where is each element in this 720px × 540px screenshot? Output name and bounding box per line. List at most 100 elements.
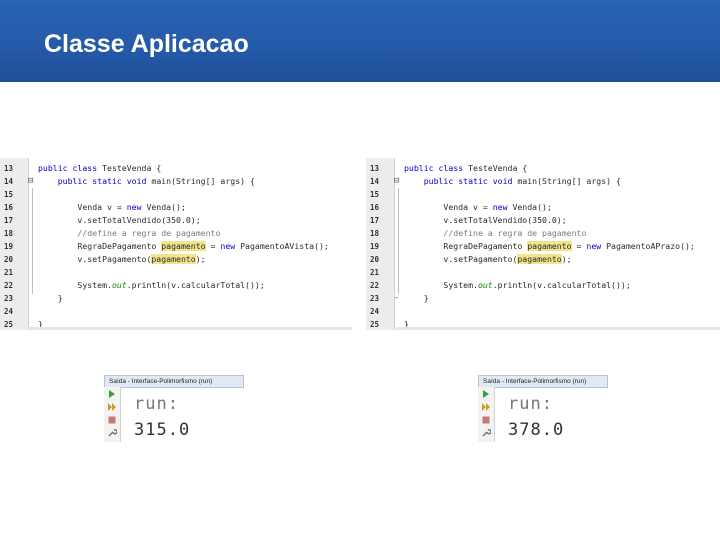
line-number: 23 [4,294,14,303]
code-line[interactable]: 13 public class TesteVenda { [0,162,352,175]
code-token: .println(v.calcularTotal()); [492,280,631,290]
slide-title: Classe Aplicacao [44,30,249,58]
code-token: .println(v.calcularTotal()); [126,280,265,290]
output-panel-right: Saída - Interface-Polimorfismo (run) run… [478,372,608,442]
fold-toggle-icon[interactable]: ⊟ [28,175,33,188]
code-line[interactable]: 15 [366,188,720,201]
output-panel-left: Saída - Interface-Polimorfismo (run) run… [104,372,244,442]
code-token: v.setTotalVendido(350.0); [38,215,201,225]
fold-toggle-icon[interactable]: ⊟ [394,175,399,188]
code-line[interactable]: 14 ⊟ public static void main(String[] arg… [366,175,720,188]
code-line[interactable]: 23 - } [366,292,720,305]
code-token: PagamentoAVista(); [240,241,329,251]
code-line[interactable]: 21 [0,266,352,279]
play-arrow-icon[interactable] [481,389,491,399]
code-line[interactable]: 23 } [0,292,352,305]
code-text: v.setTotalVendido(350.0); [404,214,567,227]
output-result-value: 315.0 [134,420,191,440]
code-text: System.out.println(v.calcularTotal()); [404,279,631,292]
code-token: TesteVenda { [468,163,528,173]
code-text: RegraDePagamento pagamento = new Pagamen… [404,240,695,253]
code-line[interactable]: 22 System.out.println(v.calcularTotal())… [0,279,352,292]
code-text: } [404,292,429,305]
output-toolbar [104,387,121,442]
code-editor-right[interactable]: 13 public class TesteVenda {14 ⊟ public st… [366,158,720,330]
output-tab-label[interactable]: Saída - Interface-Polimorfismo (run) [483,376,586,387]
line-number: 19 [370,242,380,251]
code-line[interactable]: 20 v.setPagamento(pagamento); [366,253,720,266]
line-number: 13 [370,164,380,173]
wrench-icon[interactable] [481,428,491,438]
code-token: = [205,241,221,251]
play-arrow-icon[interactable] [107,389,117,399]
keyword-token: public static void [423,176,518,186]
code-line[interactable]: 21 [366,266,720,279]
line-number: 16 [370,203,380,212]
code-line[interactable]: 18 //define a regra de pagamento [0,227,352,240]
fold-toggle-icon[interactable]: - [394,292,399,305]
code-text: public static void main(String[] args) { [38,175,255,188]
code-line[interactable]: 17 v.setTotalVendido(350.0); [0,214,352,227]
code-token: v.setTotalVendido(350.0); [404,215,567,225]
editor-bottom-edge [394,327,720,330]
output-run-label: run: [134,394,179,414]
code-token: Venda v = [38,202,127,212]
code-line[interactable]: 16 Venda v = new Venda(); [366,201,720,214]
code-token: Venda(); [512,202,552,212]
keyword-token: public class [404,163,469,173]
output-tab-label[interactable]: Saída - Interface-Polimorfismo (run) [109,376,212,387]
code-line[interactable]: 19 RegraDePagamento pagamento = new Paga… [366,240,720,253]
double-arrow-icon[interactable] [107,402,117,412]
code-text: System.out.println(v.calcularTotal()); [38,279,265,292]
code-line[interactable]: 14 ⊟ public static void main(String[] arg… [0,175,352,188]
code-line[interactable]: 15 [0,188,352,201]
line-number: 17 [4,216,14,225]
field-token: out [477,280,493,290]
code-token: Venda v = [404,202,493,212]
line-number: 19 [4,242,14,251]
code-line[interactable]: 20 v.setPagamento(pagamento); [0,253,352,266]
output-tab-bar: Saída - Interface-Polimorfismo (run) [104,375,244,388]
code-text: public class TesteVenda { [404,162,527,175]
code-line[interactable]: 16 Venda v = new Venda(); [0,201,352,214]
line-number: 23 [370,294,380,303]
code-token: main(String[] args) { [517,176,621,186]
code-token: RegraDePagamento [404,241,528,251]
line-number: 18 [370,229,380,238]
code-token: ); [561,254,572,264]
code-text: } [38,292,63,305]
code-line[interactable]: 22 System.out.println(v.calcularTotal())… [366,279,720,292]
double-arrow-icon[interactable] [481,402,491,412]
output-tab-bar: Saída - Interface-Polimorfismo (run) [478,375,608,388]
code-line[interactable]: 13 public class TesteVenda { [366,162,720,175]
code-text: public class TesteVenda { [38,162,161,175]
code-token: v.setPagamento( [404,254,518,264]
output-run-label: run: [508,394,553,414]
line-number: 25 [4,320,14,329]
code-line[interactable]: 24 [0,305,352,318]
line-number: 16 [4,203,14,212]
stop-icon[interactable] [107,415,117,425]
code-text: v.setTotalVendido(350.0); [38,214,201,227]
line-number: 22 [4,281,14,290]
highlighted-token: pagamento [527,241,572,251]
line-number: 15 [4,190,14,199]
stop-icon[interactable] [481,415,491,425]
field-token: out [111,280,127,290]
line-number: 17 [370,216,380,225]
code-text: public static void main(String[] args) { [404,175,621,188]
code-token: main(String[] args) { [151,176,255,186]
code-editor-left[interactable]: 13 public class TesteVenda {14 ⊟ public st… [0,158,352,330]
code-line[interactable]: 19 RegraDePagamento pagamento = new Paga… [0,240,352,253]
comment-token: //define a regra de pagamento [38,228,221,238]
code-line[interactable]: 17 v.setTotalVendido(350.0); [366,214,720,227]
code-token: RegraDePagamento [38,241,162,251]
code-line[interactable]: 24 [366,305,720,318]
code-token: System. [38,280,112,290]
wrench-icon[interactable] [107,428,117,438]
code-text: RegraDePagamento pagamento = new Pagamen… [38,240,329,253]
line-number: 20 [4,255,14,264]
code-line[interactable]: 18 //define a regra de pagamento [366,227,720,240]
keyword-token: new [220,241,241,251]
code-text: //define a regra de pagamento [404,227,586,240]
